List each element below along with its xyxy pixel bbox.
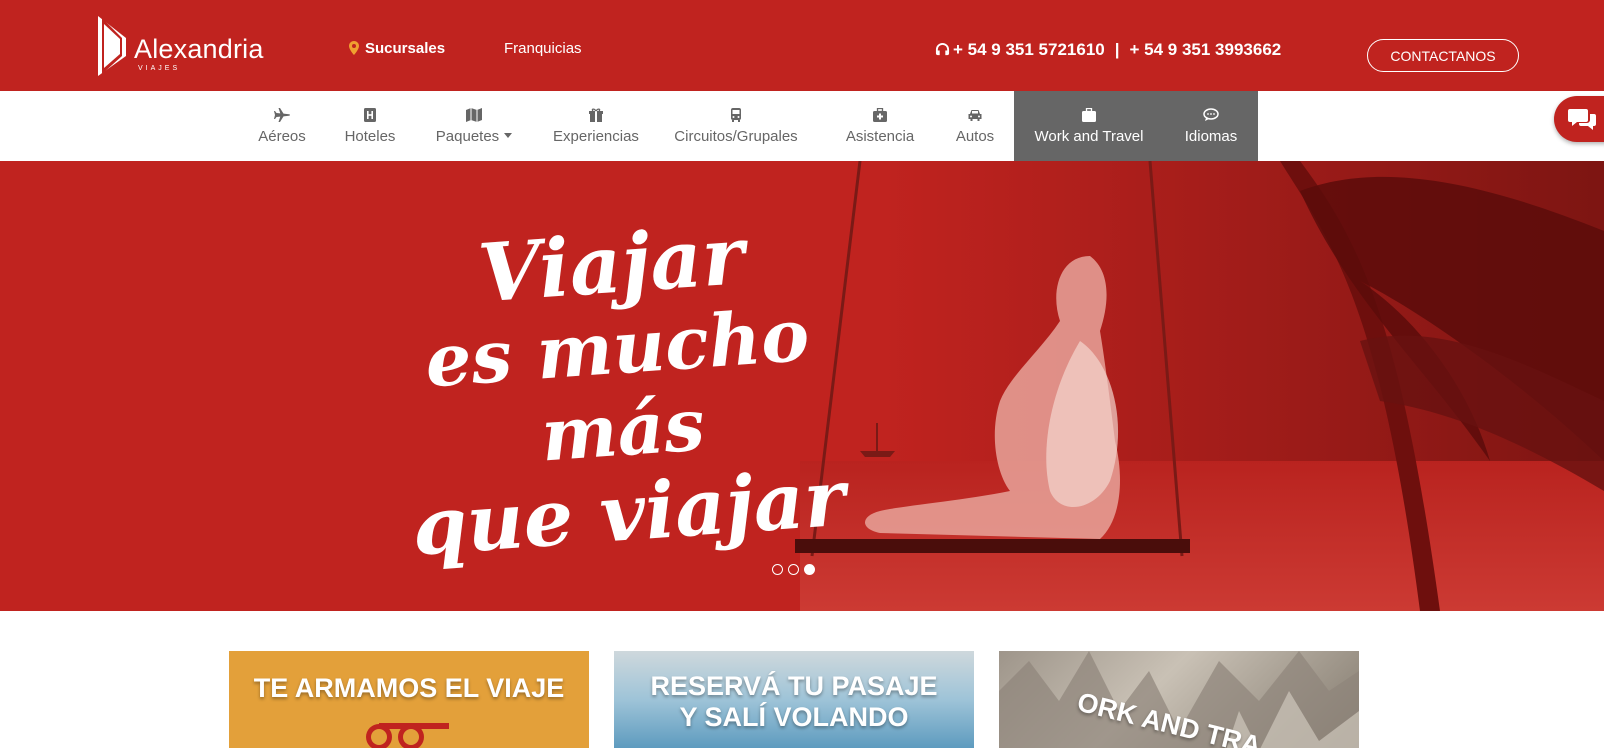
promo-card-arma-viaje[interactable]: TE ARMAMOS EL VIAJE bbox=[229, 651, 589, 748]
nav-idiomas[interactable]: Idiomas bbox=[1164, 91, 1258, 161]
main-nav: Aéreos Hoteles Paquetes Experiencias Cir… bbox=[0, 91, 1604, 161]
carousel-dots bbox=[772, 564, 815, 575]
car-icon bbox=[968, 109, 982, 121]
carousel-dot-3[interactable] bbox=[804, 564, 815, 575]
nav-paquetes[interactable]: Paquetes bbox=[426, 91, 522, 161]
map-pin-icon bbox=[349, 41, 359, 55]
bus-icon bbox=[731, 107, 741, 122]
hero-banner: Viajar es mucho más que viajar bbox=[0, 161, 1604, 611]
headset-icon bbox=[935, 42, 950, 56]
nav-label: Autos bbox=[955, 127, 995, 145]
chat-icon bbox=[1568, 109, 1596, 130]
nav-label: Asistencia bbox=[845, 127, 915, 145]
carousel-dot-1[interactable] bbox=[772, 564, 783, 575]
nav-asistencia[interactable]: Asistencia bbox=[840, 91, 920, 161]
sucursales-label: Sucursales bbox=[365, 40, 446, 57]
brand-sub: VIAJES bbox=[138, 65, 181, 72]
nav-label: Experiencias bbox=[553, 127, 639, 145]
topnav-franquicias[interactable]: Franquicias bbox=[504, 40, 582, 57]
topnav-sucursales[interactable]: Sucursales bbox=[349, 40, 445, 57]
chat-bubble-icon bbox=[1203, 107, 1219, 121]
logo-mark-icon bbox=[98, 16, 126, 76]
phone-separator: | bbox=[1114, 40, 1120, 59]
map-icon bbox=[466, 107, 482, 122]
hero-headline: Viajar es mucho más que viajar bbox=[349, 203, 891, 574]
card-title: TE ARMAMOS EL VIAJE bbox=[253, 673, 565, 703]
logo[interactable]: Alexandria VIAJES bbox=[98, 16, 288, 76]
nav-work-and-travel[interactable]: Work and Travel bbox=[1014, 91, 1164, 161]
promo-card-reserva-pasaje[interactable]: RESERVÁ TU PASAJE Y SALÍ VOLANDO bbox=[614, 651, 974, 748]
contact-button[interactable]: CONTACTANOS bbox=[1367, 39, 1519, 72]
nav-label: Circuitos/Grupales bbox=[674, 127, 798, 145]
card-title-line-2: Y SALÍ VOLANDO bbox=[679, 702, 909, 732]
brand-name: Alexandria bbox=[134, 34, 264, 64]
sunglasses-illustration bbox=[366, 723, 449, 748]
nav-label: Work and Travel bbox=[1034, 127, 1144, 145]
briefcase-icon bbox=[1082, 107, 1096, 122]
nav-autos[interactable]: Autos bbox=[945, 91, 1005, 161]
nav-label: Paquetes bbox=[435, 127, 500, 145]
card-title-line-1: RESERVÁ TU PASAJE bbox=[650, 671, 938, 701]
gift-icon bbox=[589, 107, 603, 122]
promo-card-work-and-travel[interactable]: ORK AND TRA bbox=[999, 651, 1359, 748]
top-header: Alexandria VIAJES Sucursales Franquicias… bbox=[0, 0, 1604, 91]
nav-circuitos[interactable]: Circuitos/Grupales bbox=[668, 91, 804, 161]
nav-hoteles[interactable]: Hoteles bbox=[336, 91, 404, 161]
nav-label: Aéreos bbox=[258, 127, 306, 145]
nav-label: Hoteles bbox=[344, 127, 396, 145]
phone-numbers: + 54 9 351 5721610 | + 54 9 351 3993662 bbox=[935, 40, 1281, 60]
chevron-down-icon bbox=[504, 132, 513, 138]
carousel-dot-2[interactable] bbox=[788, 564, 799, 575]
phone-1[interactable]: + 54 9 351 5721610 bbox=[953, 40, 1105, 59]
plane-icon bbox=[274, 107, 290, 122]
medkit-icon bbox=[873, 107, 887, 122]
nav-experiencias[interactable]: Experiencias bbox=[546, 91, 646, 161]
hotel-icon bbox=[364, 107, 376, 122]
nav-aereos[interactable]: Aéreos bbox=[252, 91, 312, 161]
nav-label: Idiomas bbox=[1184, 127, 1238, 145]
chat-widget-button[interactable] bbox=[1554, 96, 1604, 142]
phone-2[interactable]: + 54 9 351 3993662 bbox=[1130, 40, 1282, 59]
page: Alexandria VIAJES Sucursales Franquicias… bbox=[0, 0, 1604, 748]
